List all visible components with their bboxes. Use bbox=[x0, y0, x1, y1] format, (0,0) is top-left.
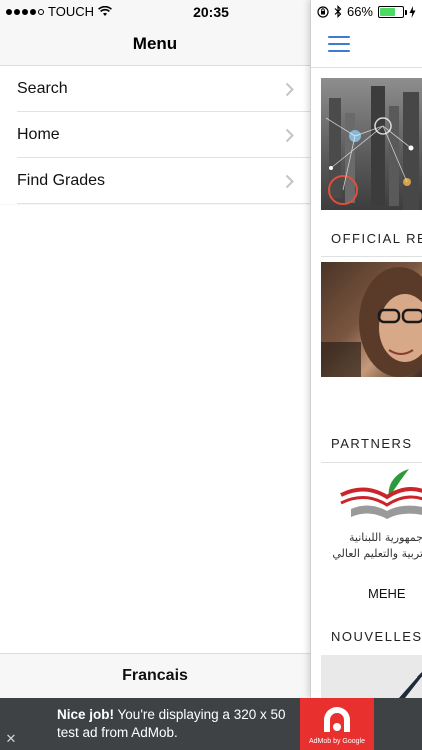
status-bar: TOUCH 20:35 66% bbox=[0, 0, 422, 22]
content-header bbox=[311, 22, 422, 68]
student-illustration bbox=[321, 267, 422, 377]
logo-arabic-line2: تربية والتعليم العالي bbox=[332, 547, 422, 560]
ad-text[interactable]: Nice job! You're displaying a 320 x 50 t… bbox=[57, 706, 297, 742]
menu-item-home[interactable]: Home bbox=[0, 112, 310, 158]
bluetooth-icon bbox=[334, 5, 342, 18]
menu-list: Search Home Find Grades bbox=[0, 66, 310, 204]
chevron-right-icon bbox=[285, 82, 294, 96]
admob-logo[interactable]: AdMob by Google bbox=[300, 698, 374, 750]
ad-headline: Nice job! bbox=[57, 707, 115, 722]
student-photo[interactable] bbox=[321, 262, 422, 377]
book-logo-icon: جمهورية اللبنانية تربية والتعليم العالي bbox=[332, 469, 422, 560]
hamburger-menu-icon[interactable] bbox=[328, 36, 350, 52]
ad-banner[interactable]: ✕ Nice job! You're displaying a 320 x 50… bbox=[0, 698, 422, 750]
menu-item-search[interactable]: Search bbox=[0, 66, 310, 112]
partner-name: MEHE bbox=[368, 586, 406, 601]
menu-item-label: Search bbox=[17, 80, 68, 97]
city-network-image[interactable] bbox=[321, 78, 422, 210]
news-illustration bbox=[399, 672, 422, 698]
menu-empty-area bbox=[0, 205, 310, 653]
chevron-right-icon bbox=[285, 128, 294, 142]
logo-arabic-line1: جمهورية اللبنانية bbox=[349, 531, 422, 544]
battery-icon bbox=[378, 5, 407, 18]
section-title-nouvelles: NOUVELLES bbox=[331, 629, 422, 644]
chevron-right-icon bbox=[285, 174, 294, 188]
language-button[interactable]: Francais bbox=[0, 653, 310, 698]
menu-item-find-grades[interactable]: Find Grades bbox=[0, 158, 310, 204]
status-right: 66% bbox=[317, 4, 416, 19]
menu-drawer: Menu Search Home Find Grades Francais bbox=[0, 0, 310, 698]
section-title-official: OFFICIAL RE bbox=[331, 231, 422, 246]
section-title-partners: PARTNERS bbox=[331, 436, 413, 451]
menu-item-label: Home bbox=[17, 126, 60, 143]
menu-title: Menu bbox=[132, 33, 178, 53]
close-icon[interactable]: ✕ bbox=[4, 732, 18, 746]
content-panel[interactable]: OFFICIAL RE PARTNERS جمهورية اللبنانية ت… bbox=[310, 0, 422, 698]
orientation-lock-icon bbox=[317, 5, 329, 18]
menu-item-label: Find Grades bbox=[17, 172, 106, 189]
language-label: Francais bbox=[122, 667, 188, 684]
mehe-logo[interactable]: جمهورية اللبنانية تربية والتعليم العالي bbox=[321, 465, 422, 565]
news-image[interactable] bbox=[321, 655, 422, 698]
divider bbox=[321, 462, 422, 463]
menu-header: Menu bbox=[0, 22, 310, 66]
city-illustration bbox=[325, 86, 419, 210]
charging-icon bbox=[409, 5, 416, 18]
divider bbox=[321, 256, 422, 257]
admob-caption: AdMob by Google bbox=[308, 738, 366, 745]
screen: TOUCH 20:35 66% Menu Search Home Find Gr… bbox=[0, 0, 422, 750]
battery-percent: 66% bbox=[346, 4, 373, 19]
